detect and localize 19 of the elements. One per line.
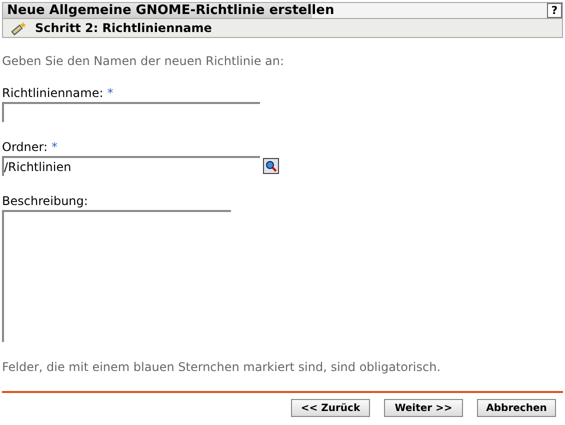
wizard-button[interactable]: Weiter >> [384,399,463,417]
wizard-button[interactable]: Abbrechen [477,399,556,417]
description-field[interactable] [2,210,231,342]
browse-button[interactable] [263,158,279,174]
required-note: Felder, die mit einem blauen Sternchen markiert sind, sind obligatorisch. [2,359,442,376]
wand-icon [9,20,29,36]
input-field[interactable]: /Richtlinien [2,156,260,176]
field-label: Beschreibung: [2,193,88,210]
search-icon [265,160,277,172]
window-title: Neue Allgemeine GNOME-Richtlinie erstellen [7,2,334,20]
required-mark: * [107,85,114,102]
input-field[interactable] [2,102,260,122]
step-title: Schritt 2: Richtlinienname [35,20,212,37]
wizard-button[interactable]: << Zurück [291,399,370,417]
intro-text: Geben Sie den Namen der neuen Richtlinie an: [2,53,286,70]
field-label: Richtlinienname: [2,85,104,102]
required-mark: * [52,139,58,156]
field-label: Ordner: [2,139,48,156]
help-button[interactable]: ? [547,3,562,18]
